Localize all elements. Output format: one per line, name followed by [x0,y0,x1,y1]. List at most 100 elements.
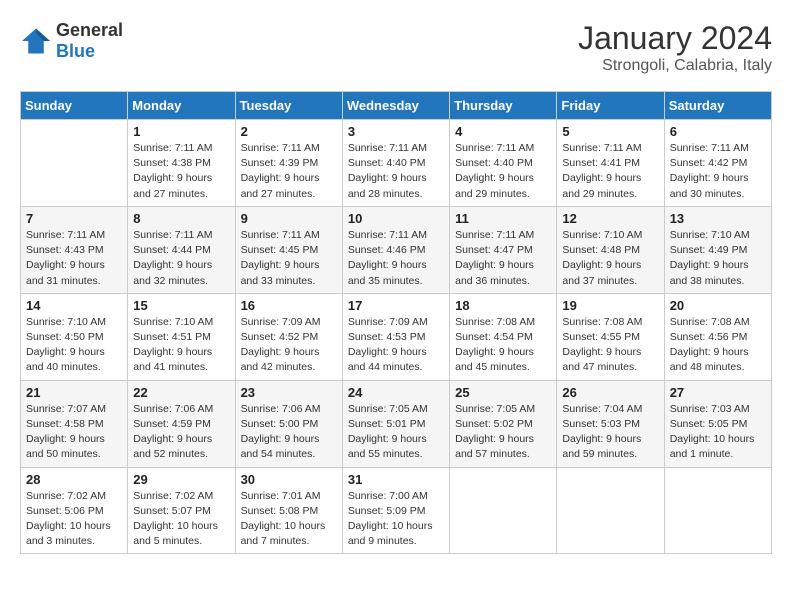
calendar-day-cell: 6 Sunrise: 7:11 AMSunset: 4:42 PMDaylight… [664,120,771,207]
calendar-day-cell: 27Sunrise: 7:03 AMSunset: 5:05 PMDayligh… [664,380,771,467]
day-info: Sunrise: 7:06 AMSunset: 4:59 PMDaylight:… [133,402,229,463]
calendar-day-cell [557,467,664,554]
calendar-day-cell: 24 Sunrise: 7:05 AMSunset: 5:01 PMDayligh… [342,380,449,467]
day-number: 19 [562,298,658,313]
calendar-day-cell: 16 Sunrise: 7:09 AMSunset: 4:52 PMDayligh… [235,293,342,380]
day-number: 9 [241,211,337,226]
day-info: Sunrise: 7:10 AMSunset: 4:48 PMDaylight:… [562,228,658,289]
month-title: January 2024 [578,20,772,57]
day-info: Sunrise: 7:11 AMSunset: 4:44 PMDaylight:… [133,228,229,289]
day-info: Sunrise: 7:02 AMSunset: 5:07 PMDaylight:… [133,489,229,550]
calendar-day-cell: 20 Sunrise: 7:08 AMSunset: 4:56 PMDayligh… [664,293,771,380]
day-info: Sunrise: 7:09 AMSunset: 4:52 PMDaylight:… [241,315,337,376]
calendar-week-row: 21Sunrise: 7:07 AMSunset: 4:58 PMDayligh… [21,380,772,467]
day-number: 30 [241,472,337,487]
calendar-day-cell: 30 Sunrise: 7:01 AMSunset: 5:08 PMDayligh… [235,467,342,554]
day-of-week-header: Sunday [21,92,128,120]
calendar-day-cell: 17 Sunrise: 7:09 AMSunset: 4:53 PMDayligh… [342,293,449,380]
calendar-day-cell: 15 Sunrise: 7:10 AMSunset: 4:51 PMDayligh… [128,293,235,380]
calendar-day-cell: 1 Sunrise: 7:11 AMSunset: 4:38 PMDaylight… [128,120,235,207]
day-info: Sunrise: 7:00 AMSunset: 5:09 PMDaylight:… [348,489,444,550]
calendar-day-cell [450,467,557,554]
calendar-day-cell: 9 Sunrise: 7:11 AMSunset: 4:45 PMDaylight… [235,206,342,293]
day-info: Sunrise: 7:05 AMSunset: 5:01 PMDaylight:… [348,402,444,463]
day-number: 28 [26,472,122,487]
calendar-day-cell: 11 Sunrise: 7:11 AMSunset: 4:47 PMDayligh… [450,206,557,293]
calendar-day-cell: 18Sunrise: 7:08 AMSunset: 4:54 PMDayligh… [450,293,557,380]
day-info: Sunrise: 7:10 AMSunset: 4:49 PMDaylight:… [670,228,766,289]
calendar-day-cell [664,467,771,554]
day-info: Sunrise: 7:11 AMSunset: 4:42 PMDaylight:… [670,141,766,202]
day-number: 14 [26,298,122,313]
day-number: 15 [133,298,229,313]
calendar-day-cell: 28 Sunrise: 7:02 AMSunset: 5:06 PMDayligh… [21,467,128,554]
day-number: 5 [562,124,658,139]
logo-text: General Blue [56,20,123,62]
day-info: Sunrise: 7:09 AMSunset: 4:53 PMDaylight:… [348,315,444,376]
calendar-week-row: 28 Sunrise: 7:02 AMSunset: 5:06 PMDayligh… [21,467,772,554]
day-number: 26 [562,385,658,400]
day-info: Sunrise: 7:11 AMSunset: 4:46 PMDaylight:… [348,228,444,289]
day-number: 27 [670,385,766,400]
day-info: Sunrise: 7:11 AMSunset: 4:41 PMDaylight:… [562,141,658,202]
calendar-day-cell: 12 Sunrise: 7:10 AMSunset: 4:48 PMDayligh… [557,206,664,293]
calendar-week-row: 1 Sunrise: 7:11 AMSunset: 4:38 PMDaylight… [21,120,772,207]
day-info: Sunrise: 7:04 AMSunset: 5:03 PMDaylight:… [562,402,658,463]
day-number: 23 [241,385,337,400]
day-of-week-header: Wednesday [342,92,449,120]
logo-icon [20,27,52,55]
day-info: Sunrise: 7:11 AMSunset: 4:43 PMDaylight:… [26,228,122,289]
day-number: 22 [133,385,229,400]
day-number: 6 [670,124,766,139]
calendar-day-cell: 2Sunrise: 7:11 AMSunset: 4:39 PMDaylight… [235,120,342,207]
day-number: 11 [455,211,551,226]
day-number: 17 [348,298,444,313]
calendar-day-cell: 13 Sunrise: 7:10 AMSunset: 4:49 PMDayligh… [664,206,771,293]
day-number: 20 [670,298,766,313]
calendar-day-cell: 26 Sunrise: 7:04 AMSunset: 5:03 PMDayligh… [557,380,664,467]
day-number: 7 [26,211,122,226]
day-of-week-header: Saturday [664,92,771,120]
day-number: 16 [241,298,337,313]
day-info: Sunrise: 7:11 AMSunset: 4:40 PMDaylight:… [348,141,444,202]
day-info: Sunrise: 7:01 AMSunset: 5:08 PMDaylight:… [241,489,337,550]
calendar-day-cell: 25Sunrise: 7:05 AMSunset: 5:02 PMDayligh… [450,380,557,467]
calendar-week-row: 14 Sunrise: 7:10 AMSunset: 4:50 PMDayligh… [21,293,772,380]
calendar-week-row: 7 Sunrise: 7:11 AMSunset: 4:43 PMDaylight… [21,206,772,293]
calendar-day-cell: 4Sunrise: 7:11 AMSunset: 4:40 PMDaylight… [450,120,557,207]
calendar-day-cell: 21Sunrise: 7:07 AMSunset: 4:58 PMDayligh… [21,380,128,467]
day-of-week-header: Thursday [450,92,557,120]
day-info: Sunrise: 7:11 AMSunset: 4:47 PMDaylight:… [455,228,551,289]
day-info: Sunrise: 7:11 AMSunset: 4:45 PMDaylight:… [241,228,337,289]
location: Strongoli, Calabria, Italy [578,57,772,75]
title-block: January 2024 Strongoli, Calabria, Italy [578,20,772,75]
logo: General Blue [20,20,123,62]
day-number: 1 [133,124,229,139]
day-info: Sunrise: 7:11 AMSunset: 4:40 PMDaylight:… [455,141,551,202]
calendar-day-cell: 23Sunrise: 7:06 AMSunset: 5:00 PMDayligh… [235,380,342,467]
day-info: Sunrise: 7:05 AMSunset: 5:02 PMDaylight:… [455,402,551,463]
day-number: 12 [562,211,658,226]
calendar-day-cell: 14 Sunrise: 7:10 AMSunset: 4:50 PMDayligh… [21,293,128,380]
page-header: General Blue January 2024 Strongoli, Cal… [20,20,772,75]
calendar-day-cell: 19Sunrise: 7:08 AMSunset: 4:55 PMDayligh… [557,293,664,380]
calendar-day-cell: 31Sunrise: 7:00 AMSunset: 5:09 PMDayligh… [342,467,449,554]
day-info: Sunrise: 7:02 AMSunset: 5:06 PMDaylight:… [26,489,122,550]
calendar-day-cell [21,120,128,207]
day-info: Sunrise: 7:10 AMSunset: 4:51 PMDaylight:… [133,315,229,376]
day-number: 3 [348,124,444,139]
day-number: 21 [26,385,122,400]
day-info: Sunrise: 7:10 AMSunset: 4:50 PMDaylight:… [26,315,122,376]
day-info: Sunrise: 7:08 AMSunset: 4:56 PMDaylight:… [670,315,766,376]
day-number: 13 [670,211,766,226]
day-number: 10 [348,211,444,226]
calendar-day-cell: 22 Sunrise: 7:06 AMSunset: 4:59 PMDayligh… [128,380,235,467]
day-of-week-header: Monday [128,92,235,120]
calendar-day-cell: 7 Sunrise: 7:11 AMSunset: 4:43 PMDaylight… [21,206,128,293]
day-info: Sunrise: 7:11 AMSunset: 4:38 PMDaylight:… [133,141,229,202]
day-number: 2 [241,124,337,139]
day-number: 24 [348,385,444,400]
calendar-day-cell: 5 Sunrise: 7:11 AMSunset: 4:41 PMDaylight… [557,120,664,207]
calendar-day-cell: 29Sunrise: 7:02 AMSunset: 5:07 PMDayligh… [128,467,235,554]
day-of-week-header: Friday [557,92,664,120]
